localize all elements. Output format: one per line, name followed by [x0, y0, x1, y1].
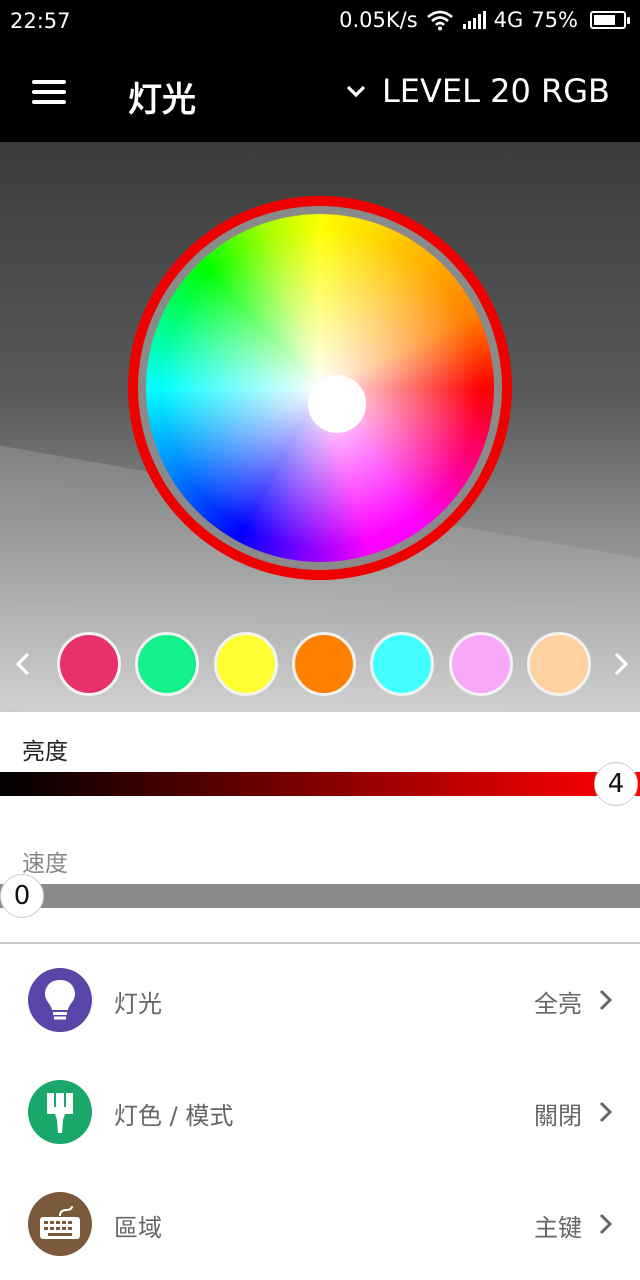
signal-icon	[462, 11, 486, 29]
color-wheel-border	[138, 206, 502, 570]
wifi-icon	[426, 10, 453, 31]
network-type: 4G	[493, 8, 524, 32]
preset-color-swatch[interactable]	[135, 632, 200, 696]
menu-item-label: 灯色 / 模式	[114, 1102, 234, 1130]
status-indicators: 0.05K/s 4G 75%	[339, 8, 630, 32]
brush-icon	[47, 1093, 73, 1133]
item-icon-background	[28, 968, 92, 1032]
chevron-left-icon[interactable]	[8, 646, 38, 682]
battery-icon	[590, 11, 630, 29]
preset-color-swatch[interactable]	[370, 632, 435, 696]
menu-item-zone[interactable]: 區域 主键	[0, 1168, 640, 1280]
menu-item-value: 關閉	[534, 1102, 582, 1130]
preset-color-swatch[interactable]	[526, 632, 591, 696]
preset-color-swatch[interactable]	[213, 632, 278, 696]
device-name: LEVEL 20 RGB	[381, 72, 610, 110]
color-wheel-ring	[128, 196, 512, 580]
page-title: 灯光	[128, 80, 196, 120]
chevron-right-icon	[599, 989, 613, 1011]
device-select[interactable]: LEVEL 20 RGB	[344, 72, 610, 110]
item-icon-background	[28, 1080, 92, 1144]
status-time: 22:57	[10, 9, 71, 33]
chevron-right-icon[interactable]	[606, 646, 636, 682]
preset-color-swatch[interactable]	[448, 632, 513, 696]
menu-icon[interactable]	[32, 80, 66, 104]
menu-item-lighting[interactable]: 灯光 全亮	[0, 944, 640, 1056]
preset-color-row	[0, 632, 640, 698]
net-speed: 0.05K/s	[339, 8, 418, 32]
menu-item-label: 區域	[114, 1214, 162, 1242]
preset-color-swatch[interactable]	[291, 632, 356, 696]
keyboard-icon	[40, 1205, 80, 1239]
menu-item-value: 主键	[534, 1214, 582, 1242]
settings-list: 灯光 全亮 灯色 / 模式 關閉 區域 主键	[0, 944, 640, 1280]
menu-item-label: 灯光	[114, 990, 162, 1018]
sliders-panel: 亮度 4 速度 0	[0, 712, 640, 944]
brightness-thumb[interactable]: 4	[594, 762, 638, 806]
speed-slider[interactable]: 0	[0, 874, 640, 918]
color-wheel[interactable]	[146, 214, 494, 562]
app-bar: 灯光 LEVEL 20 RGB	[0, 44, 640, 142]
battery-fill	[594, 15, 615, 25]
bulb-icon	[45, 980, 75, 1020]
status-bar: 22:57 0.05K/s 4G 75%	[0, 0, 640, 44]
preset-color-swatch[interactable]	[57, 632, 121, 696]
chevron-right-icon	[599, 1101, 613, 1123]
speed-thumb[interactable]: 0	[0, 874, 44, 918]
menu-item-color-mode[interactable]: 灯色 / 模式 關閉	[0, 1056, 640, 1168]
color-wheel-panel	[0, 142, 640, 712]
color-picker-handle[interactable]	[308, 375, 366, 433]
item-icon-background	[28, 1192, 92, 1256]
menu-item-value: 全亮	[534, 990, 582, 1018]
speed-label: 速度	[22, 851, 68, 877]
chevron-down-icon	[346, 85, 366, 98]
chevron-right-icon	[599, 1213, 613, 1235]
brightness-label: 亮度	[22, 739, 68, 765]
brightness-slider[interactable]: 4	[0, 762, 640, 806]
battery-percent: 75%	[531, 8, 578, 32]
